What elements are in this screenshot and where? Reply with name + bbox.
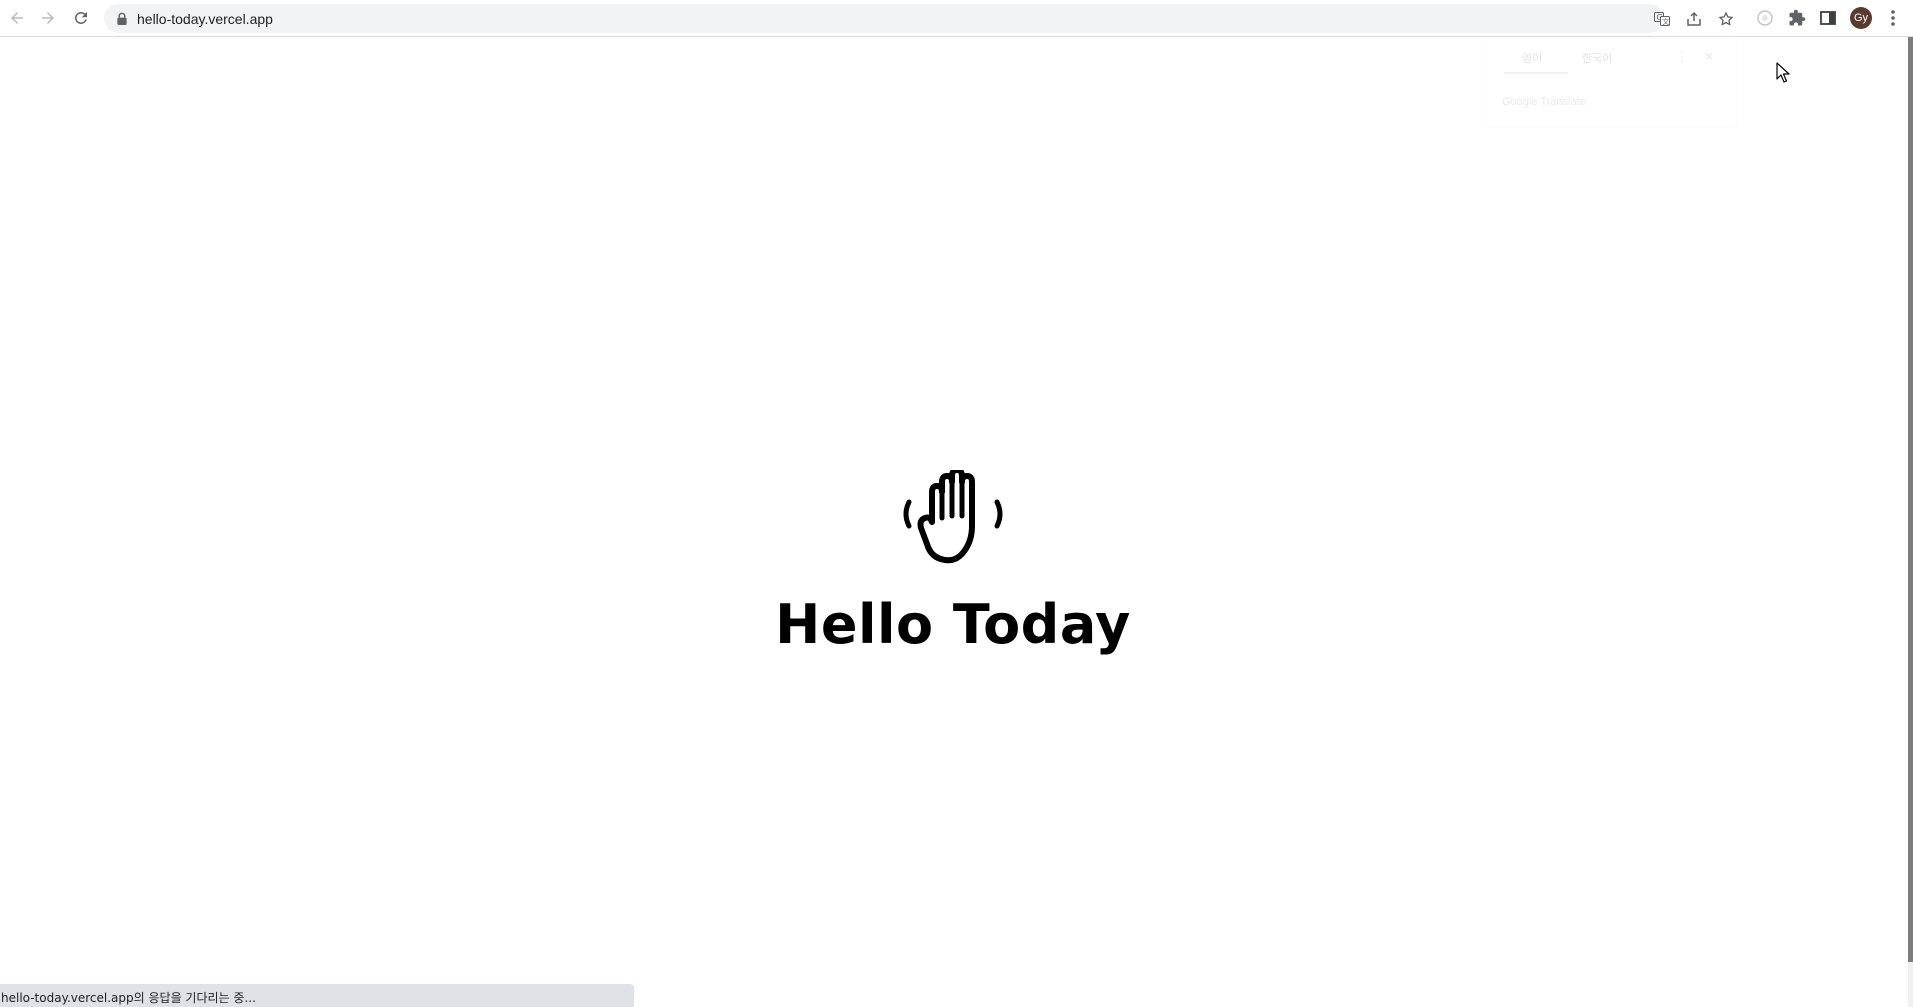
share-button[interactable]	[1685, 10, 1703, 28]
bookmark-button[interactable]	[1717, 10, 1735, 28]
back-icon	[11, 12, 23, 24]
address-bar[interactable]: hello-today.vercel.app G 文	[104, 4, 1734, 33]
translate-footer: Google Translate	[1502, 96, 1586, 108]
close-icon[interactable]: ✕	[1704, 50, 1714, 64]
translate-button[interactable]: G 文	[1653, 10, 1671, 28]
reload-icon	[74, 11, 87, 24]
waving-hand-icon	[903, 470, 1003, 564]
lock-icon	[117, 12, 127, 25]
browser-toolbar: hello-today.vercel.app G 文 Gy	[0, 0, 1913, 37]
svg-text:文: 文	[1662, 17, 1669, 26]
scrollbar-thumb[interactable]	[1908, 37, 1913, 962]
extension-button[interactable]	[1755, 8, 1775, 28]
profile-avatar[interactable]: Gy	[1850, 7, 1872, 29]
reload-button[interactable]	[68, 5, 94, 31]
extensions-menu-button[interactable]	[1787, 8, 1807, 28]
puzzle-icon	[1789, 9, 1806, 26]
hero: Hello Today	[0, 470, 1906, 656]
forward-icon	[42, 12, 54, 24]
url-text: hello-today.vercel.app	[137, 11, 273, 27]
translate-tab-target[interactable]: 한국어	[1582, 50, 1612, 66]
star-icon	[1718, 11, 1734, 26]
translate-tab-source[interactable]: 영어	[1522, 50, 1542, 66]
scrollbar[interactable]	[1908, 37, 1913, 1007]
menu-icon	[1891, 10, 1895, 26]
status-bar: hello-today.vercel.app의 응답을 기다리는 중...	[0, 984, 634, 1007]
extension-icon	[1757, 10, 1773, 26]
side-panel-button[interactable]	[1818, 8, 1838, 28]
back-button[interactable]	[4, 5, 30, 31]
browser-menu-button[interactable]	[1883, 8, 1903, 28]
page-title: Hello Today	[775, 593, 1131, 656]
side-panel-icon	[1820, 11, 1836, 25]
share-icon	[1687, 11, 1701, 26]
translate-popup: 영어 한국어 ⋮ ✕ Google Translate	[1486, 38, 1736, 126]
translate-icon: G 文	[1654, 12, 1670, 26]
mouse-cursor-icon	[1776, 62, 1790, 83]
more-options-icon[interactable]: ⋮	[1676, 50, 1688, 64]
tab-underline	[1504, 72, 1568, 74]
forward-button[interactable]	[35, 5, 61, 31]
